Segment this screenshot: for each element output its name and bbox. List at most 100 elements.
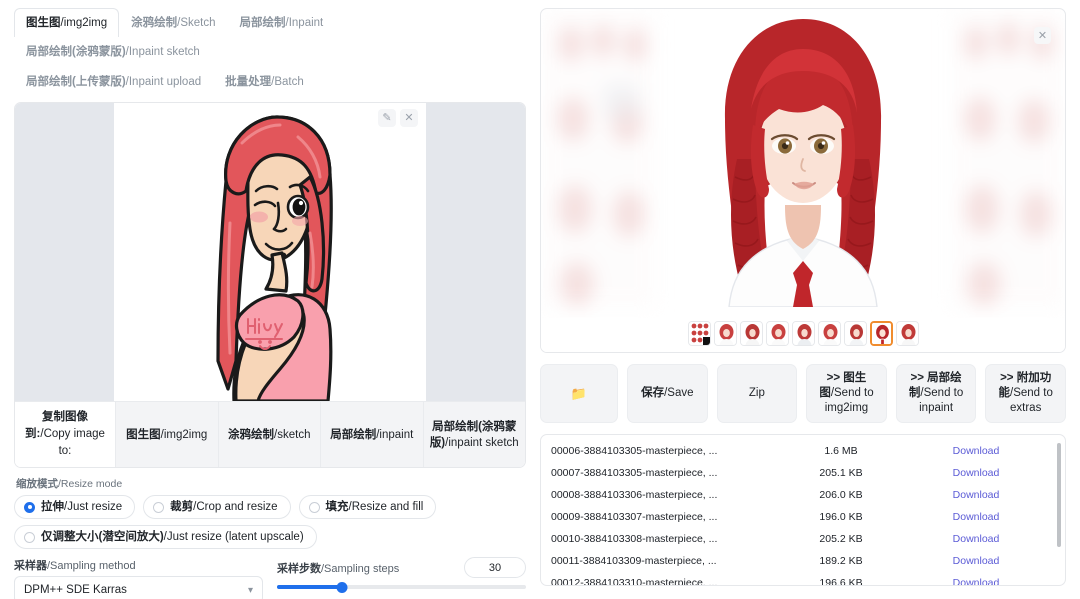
folder-icon: 📁 [571,386,587,401]
source-image-container[interactable]: ✎ ✕ [114,103,426,401]
tab-inpaint[interactable]: 局部绘制/Inpaint [228,8,336,37]
thumbnail-item[interactable] [896,321,919,346]
tab-img2img[interactable]: 图生图/img2img [14,8,119,37]
tab-batch-cn: 批量处理 [225,76,271,88]
sampler-column: 采样器/Sampling method DPM++ SDE Karras ▾ [14,557,263,599]
sampler-select[interactable]: DPM++ SDE Karras ▾ [14,576,263,599]
thumbnail-item[interactable] [818,321,841,346]
table-row[interactable]: 00012-3884103310-masterpiece, ... 196.6 … [541,572,1065,586]
thumbnail-item[interactable] [714,321,737,346]
steps-slider-thumb[interactable] [336,582,347,593]
steps-slider[interactable] [277,580,526,594]
download-link[interactable]: Download [901,533,1051,545]
tab-inpaint-sketch-en: /Inpaint sketch [126,46,200,58]
steps-header: 采样步数/Sampling steps 30 [277,557,526,578]
steps-value-input[interactable]: 30 [464,557,526,578]
sampler-label: 采样器/Sampling method [14,557,263,573]
resize-mode-options-row1: 拉伸/Just resize 裁剪/Crop and resize 填充/Res… [14,495,526,519]
radio-crop-and-resize[interactable]: 裁剪/Crop and resize [143,495,290,519]
copy-to-inpaint-button[interactable]: 局部绘制/inpaint [320,402,423,467]
table-row[interactable]: 00011-3884103309-masterpiece, ... 189.2 … [541,550,1065,572]
file-list[interactable]: 00006-3884103305-masterpiece, ... 1.6 MB… [540,434,1066,586]
file-name: 00011-3884103309-masterpiece, ... [551,555,781,567]
source-artwork [114,103,426,401]
tab-inpaint-sketch-cn: 局部绘制(涂鸦蒙版) [26,46,126,58]
right-panel: ✕ [540,0,1080,599]
radio-latent-upscale[interactable]: 仅调整大小(潜空间放大)/Just resize (latent upscale… [14,525,317,549]
copy-to-inpaint-sketch-button[interactable]: 局部绘制(涂鸦蒙版)/inpaint sketch [423,402,526,467]
image-stage[interactable]: ✎ ✕ [15,103,525,401]
copy-image-to-label-en: /Copy image to: [40,428,105,457]
file-size: 1.6 MB [781,445,901,457]
file-name: 00006-3884103305-masterpiece, ... [551,445,781,457]
file-size: 189.2 KB [781,555,901,567]
copy-to-inpaint-sketch-en: /inpaint sketch [445,437,519,449]
gallery-selected-image[interactable] [656,9,950,318]
send-to-inpaint-button[interactable]: >> 局部绘制/Send to inpaint [896,364,977,423]
tab-inpaint-sketch[interactable]: 局部绘制(涂鸦蒙版)/Inpaint sketch [14,37,212,66]
result-gallery: ✕ [540,8,1066,353]
tab-inpaint-upload[interactable]: 局部绘制(上传蒙版)/Inpaint upload [14,67,213,96]
radio-dot-icon [153,502,164,513]
send-to-extras-button[interactable]: >> 附加功能/Send to extras [985,364,1066,423]
send-to-img2img-button[interactable]: >> 图生图/Send to img2img [806,364,887,423]
radio-crop-and-resize-cn: 裁剪 [170,501,193,513]
steps-value: 30 [489,562,501,574]
zip-button-label: Zip [749,386,765,401]
tab-bar: 图生图/img2img 涂鸦绘制/Sketch 局部绘制/Inpaint 局部绘… [0,0,540,96]
open-folder-button[interactable]: 📁 [540,364,618,423]
close-icon[interactable]: ✕ [400,109,418,127]
sampler-steps-row: 采样器/Sampling method DPM++ SDE Karras ▾ 采… [14,557,526,599]
thumbnail-item[interactable] [844,321,867,346]
steps-column: 采样步数/Sampling steps 30 [277,557,526,599]
radio-crop-and-resize-en: /Crop and resize [193,501,277,513]
tab-sketch-cn: 涂鸦绘制 [131,17,177,29]
radio-just-resize[interactable]: 拉伸/Just resize [14,495,135,519]
tab-sketch[interactable]: 涂鸦绘制/Sketch [119,8,227,37]
thumbnail-grid[interactable] [688,321,711,346]
radio-resize-and-fill[interactable]: 填充/Resize and fill [299,495,437,519]
table-row[interactable]: 00007-3884103305-masterpiece, ... 205.1 … [541,462,1065,484]
close-icon[interactable]: ✕ [1034,27,1051,44]
download-link[interactable]: Download [901,445,1051,457]
table-row[interactable]: 00009-3884103307-masterpiece, ... 196.0 … [541,506,1065,528]
thumbnail-item-selected[interactable] [870,321,893,346]
download-link[interactable]: Download [901,489,1051,501]
steps-label: 采样步数/Sampling steps [277,560,399,576]
copy-to-img2img-en: /img2img [161,429,208,441]
thumbnail-item[interactable] [740,321,763,346]
steps-label-cn: 采样步数 [277,563,321,575]
download-link[interactable]: Download [901,467,1051,479]
download-link[interactable]: Download [901,511,1051,523]
tab-batch[interactable]: 批量处理/Batch [213,67,316,96]
pencil-icon[interactable]: ✎ [378,109,396,127]
resize-mode-group: 缩放模式/Resize mode 拉伸/Just resize 裁剪/Crop … [14,476,526,549]
sampler-value: DPM++ SDE Karras [24,584,127,596]
thumbnail-item[interactable] [792,321,815,346]
gallery-main[interactable] [541,9,1065,318]
copy-to-sketch-button[interactable]: 涂鸦绘制/sketch [218,402,321,467]
send-to-img2img-en: /Send to img2img [825,387,874,414]
tab-sketch-en: /Sketch [177,17,215,29]
copy-to-img2img-button[interactable]: 图生图/img2img [115,402,218,467]
table-row[interactable]: 00006-3884103305-masterpiece, ... 1.6 MB… [541,440,1065,462]
file-list-scrollbar[interactable] [1057,443,1061,547]
download-link[interactable]: Download [901,555,1051,567]
resize-mode-legend-cn: 缩放模式 [16,478,58,490]
radio-dot-icon [309,502,320,513]
radio-just-resize-en: /Just resize [64,501,122,513]
table-row[interactable]: 00008-3884103306-masterpiece, ... 206.0 … [541,484,1065,506]
radio-dot-icon [24,502,35,513]
radio-latent-upscale-en: /Just resize (latent upscale) [164,531,304,543]
zip-button[interactable]: Zip [717,364,798,423]
resize-mode-legend-en: /Resize mode [58,478,122,490]
thumbnail-item[interactable] [766,321,789,346]
copy-to-sketch-en: /sketch [274,429,310,441]
tab-inpaint-upload-cn: 局部绘制(上传蒙版) [26,76,126,88]
download-link[interactable]: Download [901,577,1051,586]
generated-portrait [663,9,943,307]
radio-just-resize-cn: 拉伸 [41,501,64,513]
save-button[interactable]: 保存/Save [627,364,708,423]
tab-row-primary: 图生图/img2img 涂鸦绘制/Sketch 局部绘制/Inpaint 局部绘… [14,8,526,66]
table-row[interactable]: 00010-3884103308-masterpiece, ... 205.2 … [541,528,1065,550]
